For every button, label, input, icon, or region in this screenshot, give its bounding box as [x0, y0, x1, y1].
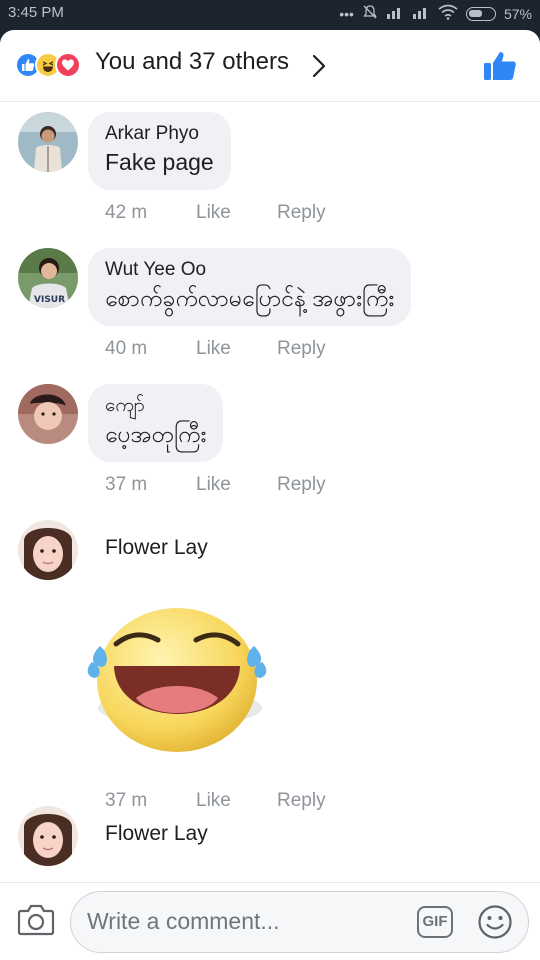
- comment-meta: 42 m Like Reply: [105, 202, 326, 224]
- battery-icon: [465, 7, 496, 21]
- comment-time: 42 m: [105, 202, 148, 223]
- comment-bubble[interactable]: ကျော် ပေ့အတုကြီး: [88, 384, 224, 462]
- comment-meta: 37 m Like Reply: [105, 474, 326, 496]
- like-link[interactable]: Like: [196, 338, 277, 360]
- commenter-name[interactable]: Flower Lay: [105, 536, 208, 560]
- gif-button[interactable]: GIF: [417, 906, 453, 938]
- commenter-name[interactable]: Flower Lay: [105, 822, 208, 846]
- comment-item: Flower Lay: [0, 804, 540, 884]
- comment-item: Flower Lay 37 m Like Reply: [0, 518, 540, 811]
- emoji-icon[interactable]: [477, 904, 513, 945]
- comment-item: ကျော် ပေ့အတုကြီး 37 m Like Reply: [0, 382, 540, 502]
- comment-input-placeholder[interactable]: Write a comment...: [87, 908, 280, 935]
- commenter-name[interactable]: Wut Yee Oo: [105, 258, 394, 282]
- like-link[interactable]: Like: [196, 202, 277, 224]
- avatar[interactable]: [18, 112, 78, 172]
- reply-link[interactable]: Reply: [277, 474, 326, 496]
- mute-bell-icon: [362, 4, 378, 24]
- status-icons: ••• 57%: [339, 4, 532, 24]
- signal-icon-2: [412, 4, 430, 24]
- camera-icon[interactable]: [17, 903, 55, 942]
- commenter-name[interactable]: ကျော်: [105, 394, 206, 418]
- comment-item: Arkar Phyo Fake page 42 m Like Reply: [0, 110, 540, 230]
- like-button[interactable]: [482, 50, 518, 87]
- comment-bubble[interactable]: Arkar Phyo Fake page: [88, 112, 231, 190]
- reactions-count-text[interactable]: You and 37 others: [95, 48, 289, 76]
- reply-link[interactable]: Reply: [277, 338, 326, 360]
- comment-time: 40 m: [105, 338, 148, 359]
- battery-percent: 57%: [503, 6, 532, 22]
- like-link[interactable]: Like: [196, 474, 277, 496]
- comment-text: စောက်ခွက်လာမပြောင်နဲ့ အဖွားကြီး: [105, 285, 395, 311]
- love-icon: [55, 52, 81, 78]
- reaction-icons[interactable]: [15, 52, 81, 78]
- comment-time: 37 m: [105, 474, 148, 495]
- avatar[interactable]: [18, 384, 78, 444]
- avatar[interactable]: [18, 520, 78, 580]
- laughing-tears-sticker[interactable]: [86, 600, 268, 760]
- comment-text: ပေ့အတုကြီး: [105, 421, 207, 447]
- comment-meta: 40 m Like Reply: [105, 338, 326, 360]
- reply-link[interactable]: Reply: [277, 202, 326, 224]
- signal-icon: [386, 4, 404, 24]
- chevron-right-icon[interactable]: [312, 54, 326, 83]
- battery-fill: [468, 10, 482, 17]
- comment-composer: Write a comment... GIF: [0, 882, 540, 960]
- reactions-header[interactable]: You and 37 others: [0, 30, 540, 102]
- avatar[interactable]: [18, 806, 78, 866]
- comment-text: Fake page: [105, 149, 214, 175]
- commenter-name[interactable]: Arkar Phyo: [105, 122, 214, 146]
- comment-input[interactable]: Write a comment... GIF: [70, 891, 529, 953]
- comments-sheet: You and 37 others Arkar Phyo Fake page 4…: [0, 30, 540, 960]
- comment-item: VISUR Wut Yee Oo စောက်ခွက်လာမပြောင်နဲ့ အ…: [0, 246, 540, 366]
- status-bar: 3:45 PM ••• 57%: [0, 0, 540, 30]
- status-time: 3:45 PM: [8, 4, 64, 21]
- svg-text:VISUR: VISUR: [34, 295, 65, 305]
- wifi-icon: [438, 4, 458, 24]
- more-dots-icon: •••: [339, 6, 354, 22]
- avatar[interactable]: VISUR: [18, 248, 78, 308]
- comment-bubble[interactable]: Wut Yee Oo စောက်ခွက်လာမပြောင်နဲ့ အဖွားကြ…: [88, 248, 412, 326]
